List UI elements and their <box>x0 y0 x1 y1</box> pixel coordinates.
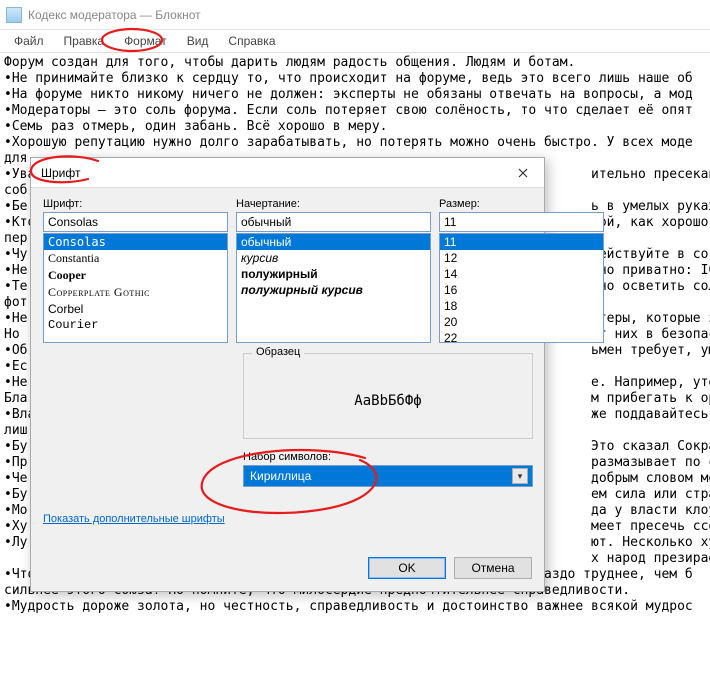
font-label: Шрифт: <box>43 198 228 210</box>
size-option[interactable]: 12 <box>440 250 603 266</box>
style-option[interactable]: полужирный <box>237 266 430 282</box>
charset-value: Кириллица <box>250 469 311 483</box>
font-option[interactable]: Constantia <box>44 250 227 267</box>
style-label: Начертание: <box>236 198 431 210</box>
size-option[interactable]: 16 <box>440 282 603 298</box>
chevron-down-icon: ▾ <box>512 468 528 484</box>
font-option[interactable]: Consolas <box>44 234 227 250</box>
font-input[interactable] <box>43 212 228 232</box>
cancel-button[interactable]: Отмена <box>454 557 532 579</box>
style-option[interactable]: полужирный курсив <box>237 282 430 298</box>
menu-help[interactable]: Справка <box>218 32 285 50</box>
close-icon <box>518 168 528 178</box>
charset-combo[interactable]: Кириллица ▾ <box>243 465 533 487</box>
more-fonts-link[interactable]: Показать дополнительные шрифты <box>43 513 225 525</box>
style-input[interactable] <box>236 212 431 232</box>
editor-line: •Не принимайте близко к сердцу то, что п… <box>4 71 706 87</box>
font-dialog: Шрифт Шрифт: Consolas Constantia Cooper … <box>30 157 545 592</box>
menubar: Файл Правка Формат Вид Справка <box>0 30 710 52</box>
font-listbox[interactable]: Consolas Constantia Cooper Copperplate G… <box>43 233 228 343</box>
dialog-title: Шрифт <box>41 166 80 180</box>
size-label: Размер: <box>439 198 604 210</box>
editor-line: •Мудрость дороже золота, но честность, с… <box>4 599 706 615</box>
size-option[interactable]: 18 <box>440 298 603 314</box>
font-option[interactable]: Courier <box>44 317 227 333</box>
font-option[interactable]: Copperplate Gothic <box>44 284 227 301</box>
editor-line: •Модераторы — это соль форума. Если соль… <box>4 103 706 119</box>
dialog-titlebar[interactable]: Шрифт <box>31 158 544 188</box>
editor-line: Форум создан для того, чтобы дарить людя… <box>4 55 706 71</box>
titlebar: Кодекс модератора — Блокнот <box>0 0 710 30</box>
notepad-icon <box>6 7 22 23</box>
style-option[interactable]: обычный <box>237 234 430 250</box>
style-option[interactable]: курсив <box>237 250 430 266</box>
menu-edit[interactable]: Правка <box>54 32 115 50</box>
sample-text: AaBbБбФф <box>252 372 524 430</box>
menu-file[interactable]: Файл <box>4 32 54 50</box>
size-option[interactable]: 22 <box>440 330 603 343</box>
editor-line: •Семь раз отмерь, один забань. Всё хорош… <box>4 119 706 135</box>
size-option[interactable]: 11 <box>440 234 603 250</box>
menu-view[interactable]: Вид <box>177 32 219 50</box>
close-button[interactable] <box>502 159 544 187</box>
editor-line: •Хорошую репутацию нужно долго зарабатыв… <box>4 135 706 151</box>
font-option[interactable]: Cooper <box>44 267 227 284</box>
editor-line: •На форуме никто никому ничего не должен… <box>4 87 706 103</box>
size-input[interactable] <box>439 212 604 232</box>
size-listbox[interactable]: 11 12 14 16 18 20 22 <box>439 233 604 343</box>
charset-label: Набор символов: <box>243 451 533 463</box>
style-listbox[interactable]: обычный курсив полужирный полужирный кур… <box>236 233 431 343</box>
sample-groupbox: Образец AaBbБбФф <box>243 353 533 439</box>
size-option[interactable]: 20 <box>440 314 603 330</box>
menu-format[interactable]: Формат <box>114 32 177 50</box>
size-option[interactable]: 14 <box>440 266 603 282</box>
window-title: Кодекс модератора — Блокнот <box>28 8 201 22</box>
ok-button[interactable]: OK <box>368 557 446 579</box>
sample-legend: Образец <box>252 346 304 358</box>
font-option[interactable]: Corbel <box>44 301 227 317</box>
